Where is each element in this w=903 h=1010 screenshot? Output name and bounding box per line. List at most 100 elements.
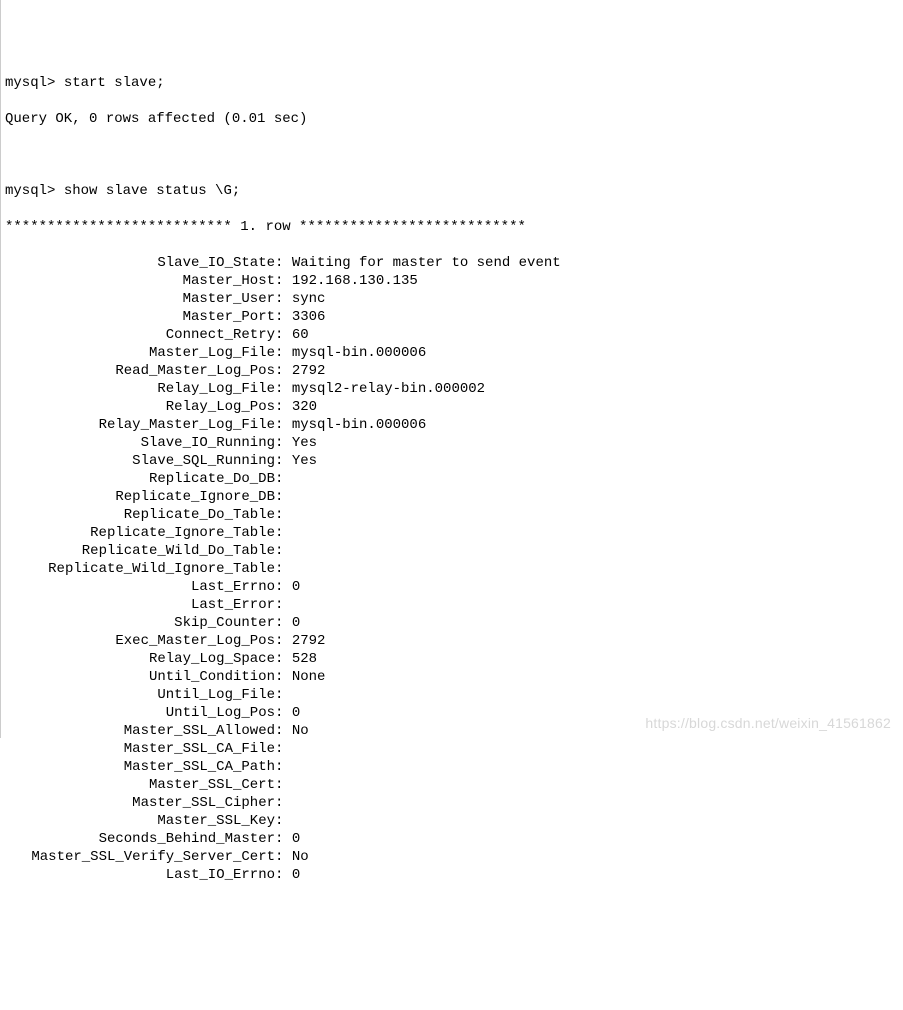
terminal-line-cmd2: mysql> show slave status \G;: [5, 182, 903, 200]
status-value: 0: [292, 614, 300, 632]
status-value: 2792: [292, 362, 326, 380]
status-key: Master_SSL_Cert: [5, 776, 275, 794]
status-key: Master_User: [5, 290, 275, 308]
status-value: mysql-bin.000006: [292, 344, 426, 362]
status-key: Master_SSL_Cipher: [5, 794, 275, 812]
status-key: Replicate_Wild_Ignore_Table: [5, 560, 275, 578]
status-key: Exec_Master_Log_Pos: [5, 632, 275, 650]
status-key: Seconds_Behind_Master: [5, 830, 275, 848]
status-row: Relay_Log_Pos: 320: [5, 398, 903, 416]
status-separator: :: [275, 758, 292, 776]
status-row: Relay_Log_Space: 528: [5, 650, 903, 668]
status-key: Slave_SQL_Running: [5, 452, 275, 470]
status-value: mysql-bin.000006: [292, 416, 426, 434]
status-value: mysql2-relay-bin.000002: [292, 380, 485, 398]
status-separator: :: [275, 290, 292, 308]
status-row: Master_SSL_CA_File:: [5, 740, 903, 758]
status-row: Last_IO_Errno: 0: [5, 866, 903, 884]
status-row: Master_SSL_Cert:: [5, 776, 903, 794]
status-key: Slave_IO_State: [5, 254, 275, 272]
status-separator: :: [275, 686, 292, 704]
status-key: Replicate_Wild_Do_Table: [5, 542, 275, 560]
status-row: Master_Log_File: mysql-bin.000006: [5, 344, 903, 362]
status-separator: :: [275, 452, 292, 470]
status-value: 192.168.130.135: [292, 272, 418, 290]
status-value: 3306: [292, 308, 326, 326]
status-row: Replicate_Ignore_Table:: [5, 524, 903, 542]
status-row: Until_Condition: None: [5, 668, 903, 686]
status-separator: :: [275, 740, 292, 758]
status-row: Until_Log_File:: [5, 686, 903, 704]
status-key: Replicate_Ignore_DB: [5, 488, 275, 506]
status-key: Relay_Log_File: [5, 380, 275, 398]
status-separator: :: [275, 434, 292, 452]
status-row: Master_Host: 192.168.130.135: [5, 272, 903, 290]
status-value: 60: [292, 326, 309, 344]
status-key: Master_Log_File: [5, 344, 275, 362]
status-key: Master_SSL_Verify_Server_Cert: [5, 848, 275, 866]
status-key: Until_Log_Pos: [5, 704, 275, 722]
status-value: No: [292, 722, 309, 740]
status-separator: :: [275, 308, 292, 326]
status-key: Until_Log_File: [5, 686, 275, 704]
status-key: Master_SSL_Key: [5, 812, 275, 830]
status-key: Replicate_Do_DB: [5, 470, 275, 488]
status-row: Exec_Master_Log_Pos: 2792: [5, 632, 903, 650]
status-row: Last_Error:: [5, 596, 903, 614]
status-separator: :: [275, 704, 292, 722]
status-key: Replicate_Ignore_Table: [5, 524, 275, 542]
status-row: Master_Port: 3306: [5, 308, 903, 326]
status-separator: :: [275, 812, 292, 830]
status-key: Skip_Counter: [5, 614, 275, 632]
status-separator: :: [275, 398, 292, 416]
status-value: 0: [292, 578, 300, 596]
status-row: Replicate_Ignore_DB:: [5, 488, 903, 506]
status-key: Relay_Master_Log_File: [5, 416, 275, 434]
status-key: Read_Master_Log_Pos: [5, 362, 275, 380]
status-row: Replicate_Wild_Ignore_Table:: [5, 560, 903, 578]
status-key: Master_SSL_Allowed: [5, 722, 275, 740]
status-row: Skip_Counter: 0: [5, 614, 903, 632]
status-separator: :: [275, 830, 292, 848]
status-row: Replicate_Do_Table:: [5, 506, 903, 524]
status-separator: :: [275, 380, 292, 398]
status-separator: :: [275, 416, 292, 434]
status-separator: :: [275, 668, 292, 686]
status-separator: :: [275, 632, 292, 650]
status-key: Replicate_Do_Table: [5, 506, 275, 524]
status-separator: :: [275, 326, 292, 344]
status-separator: :: [275, 722, 292, 740]
status-separator: :: [275, 776, 292, 794]
status-value: 528: [292, 650, 317, 668]
status-key: Master_SSL_CA_Path: [5, 758, 275, 776]
status-row: Relay_Log_File: mysql2-relay-bin.000002: [5, 380, 903, 398]
slave-status-output: Slave_IO_State: Waiting for master to se…: [5, 254, 903, 884]
status-row: Master_SSL_Key:: [5, 812, 903, 830]
status-row: Slave_SQL_Running: Yes: [5, 452, 903, 470]
status-separator: :: [275, 470, 292, 488]
status-separator: :: [275, 650, 292, 668]
status-separator: :: [275, 848, 292, 866]
status-separator: :: [275, 578, 292, 596]
status-key: Last_Errno: [5, 578, 275, 596]
status-value: 320: [292, 398, 317, 416]
status-value: Waiting for master to send event: [292, 254, 561, 272]
terminal-line-cmd1: mysql> start slave;: [5, 74, 903, 92]
status-row: Master_User: sync: [5, 290, 903, 308]
status-value: Yes: [292, 452, 317, 470]
status-row: Master_SSL_CA_Path:: [5, 758, 903, 776]
status-value: 0: [292, 830, 300, 848]
status-key: Until_Condition: [5, 668, 275, 686]
row-header: *************************** 1. row *****…: [5, 218, 903, 236]
status-key: Last_Error: [5, 596, 275, 614]
status-row: Slave_IO_State: Waiting for master to se…: [5, 254, 903, 272]
status-key: Relay_Log_Pos: [5, 398, 275, 416]
status-value: None: [292, 668, 326, 686]
status-separator: :: [275, 866, 292, 884]
status-key: Last_IO_Errno: [5, 866, 275, 884]
command-text: show slave status \G;: [64, 183, 240, 199]
status-separator: :: [275, 560, 292, 578]
status-key: Master_SSL_CA_File: [5, 740, 275, 758]
status-separator: :: [275, 614, 292, 632]
status-separator: :: [275, 488, 292, 506]
